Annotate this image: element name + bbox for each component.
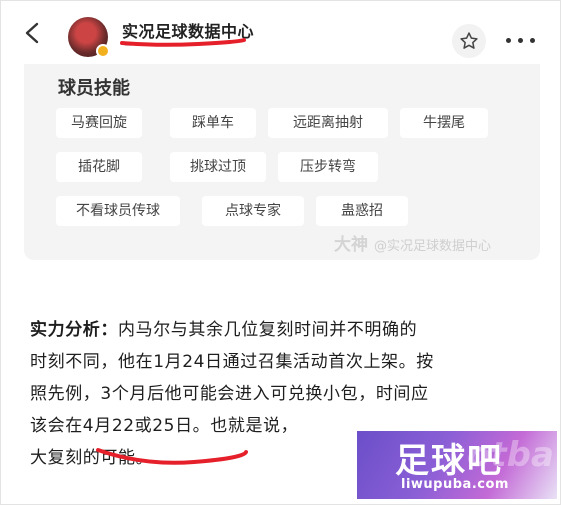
red-underline-mark — [120, 38, 246, 47]
watermark-text: @实况足球数据中心 — [374, 239, 492, 254]
skill-tag[interactable]: 踩单车 — [170, 108, 256, 138]
article-line: 照先例，3个月后他可能会进入可兑换小包，时间应 — [30, 384, 429, 404]
star-icon — [460, 32, 478, 49]
skill-tag[interactable]: 蛊惑招 — [316, 196, 408, 226]
chevron-left-icon[interactable] — [22, 22, 44, 44]
article-line: 实力分析：内马尔与其余几位复刻时间并不明确的 — [30, 314, 540, 346]
logo-title: 足球吧 — [395, 441, 503, 481]
site-logo: otba 足球吧 liwupuba.com — [357, 431, 557, 499]
article-text: 内马尔与其余几位复刻时间并不明确的 — [118, 320, 418, 340]
favorite-button[interactable] — [452, 24, 486, 58]
analysis-label: 实力分析： — [30, 320, 118, 340]
skill-tag[interactable]: 远距离抽射 — [268, 108, 388, 138]
image-watermark: 大神 @实况足球数据中心 — [334, 230, 491, 255]
skill-tag[interactable]: 插花脚 — [56, 152, 142, 182]
skill-tag[interactable]: 不看球员传球 — [56, 196, 180, 226]
skill-tag[interactable]: 牛摆尾 — [400, 108, 488, 138]
skill-tag[interactable]: 压步转弯 — [278, 152, 378, 182]
red-underline-mark — [96, 448, 248, 465]
watermark-brand: 大神 — [334, 235, 368, 255]
skills-card-title: 球员技能 — [58, 78, 130, 99]
article-line: 时刻不同，他在1月24日通过召集活动首次上架。按 — [30, 352, 434, 372]
more-dots-icon[interactable] — [506, 36, 536, 46]
skill-tag[interactable]: 点球专家 — [202, 196, 304, 226]
logo-url: liwupuba.com — [401, 477, 509, 492]
verified-badge-icon — [96, 44, 110, 58]
skill-tag[interactable]: 挑球过顶 — [170, 152, 266, 182]
skill-tag[interactable]: 马赛回旋 — [56, 108, 142, 138]
skills-card: 球员技能 马赛回旋 踩单车 远距离抽射 牛摆尾 插花脚 挑球过顶 压步转弯 不看… — [24, 64, 540, 260]
post-header: 实况足球数据中心 — [0, 0, 561, 64]
